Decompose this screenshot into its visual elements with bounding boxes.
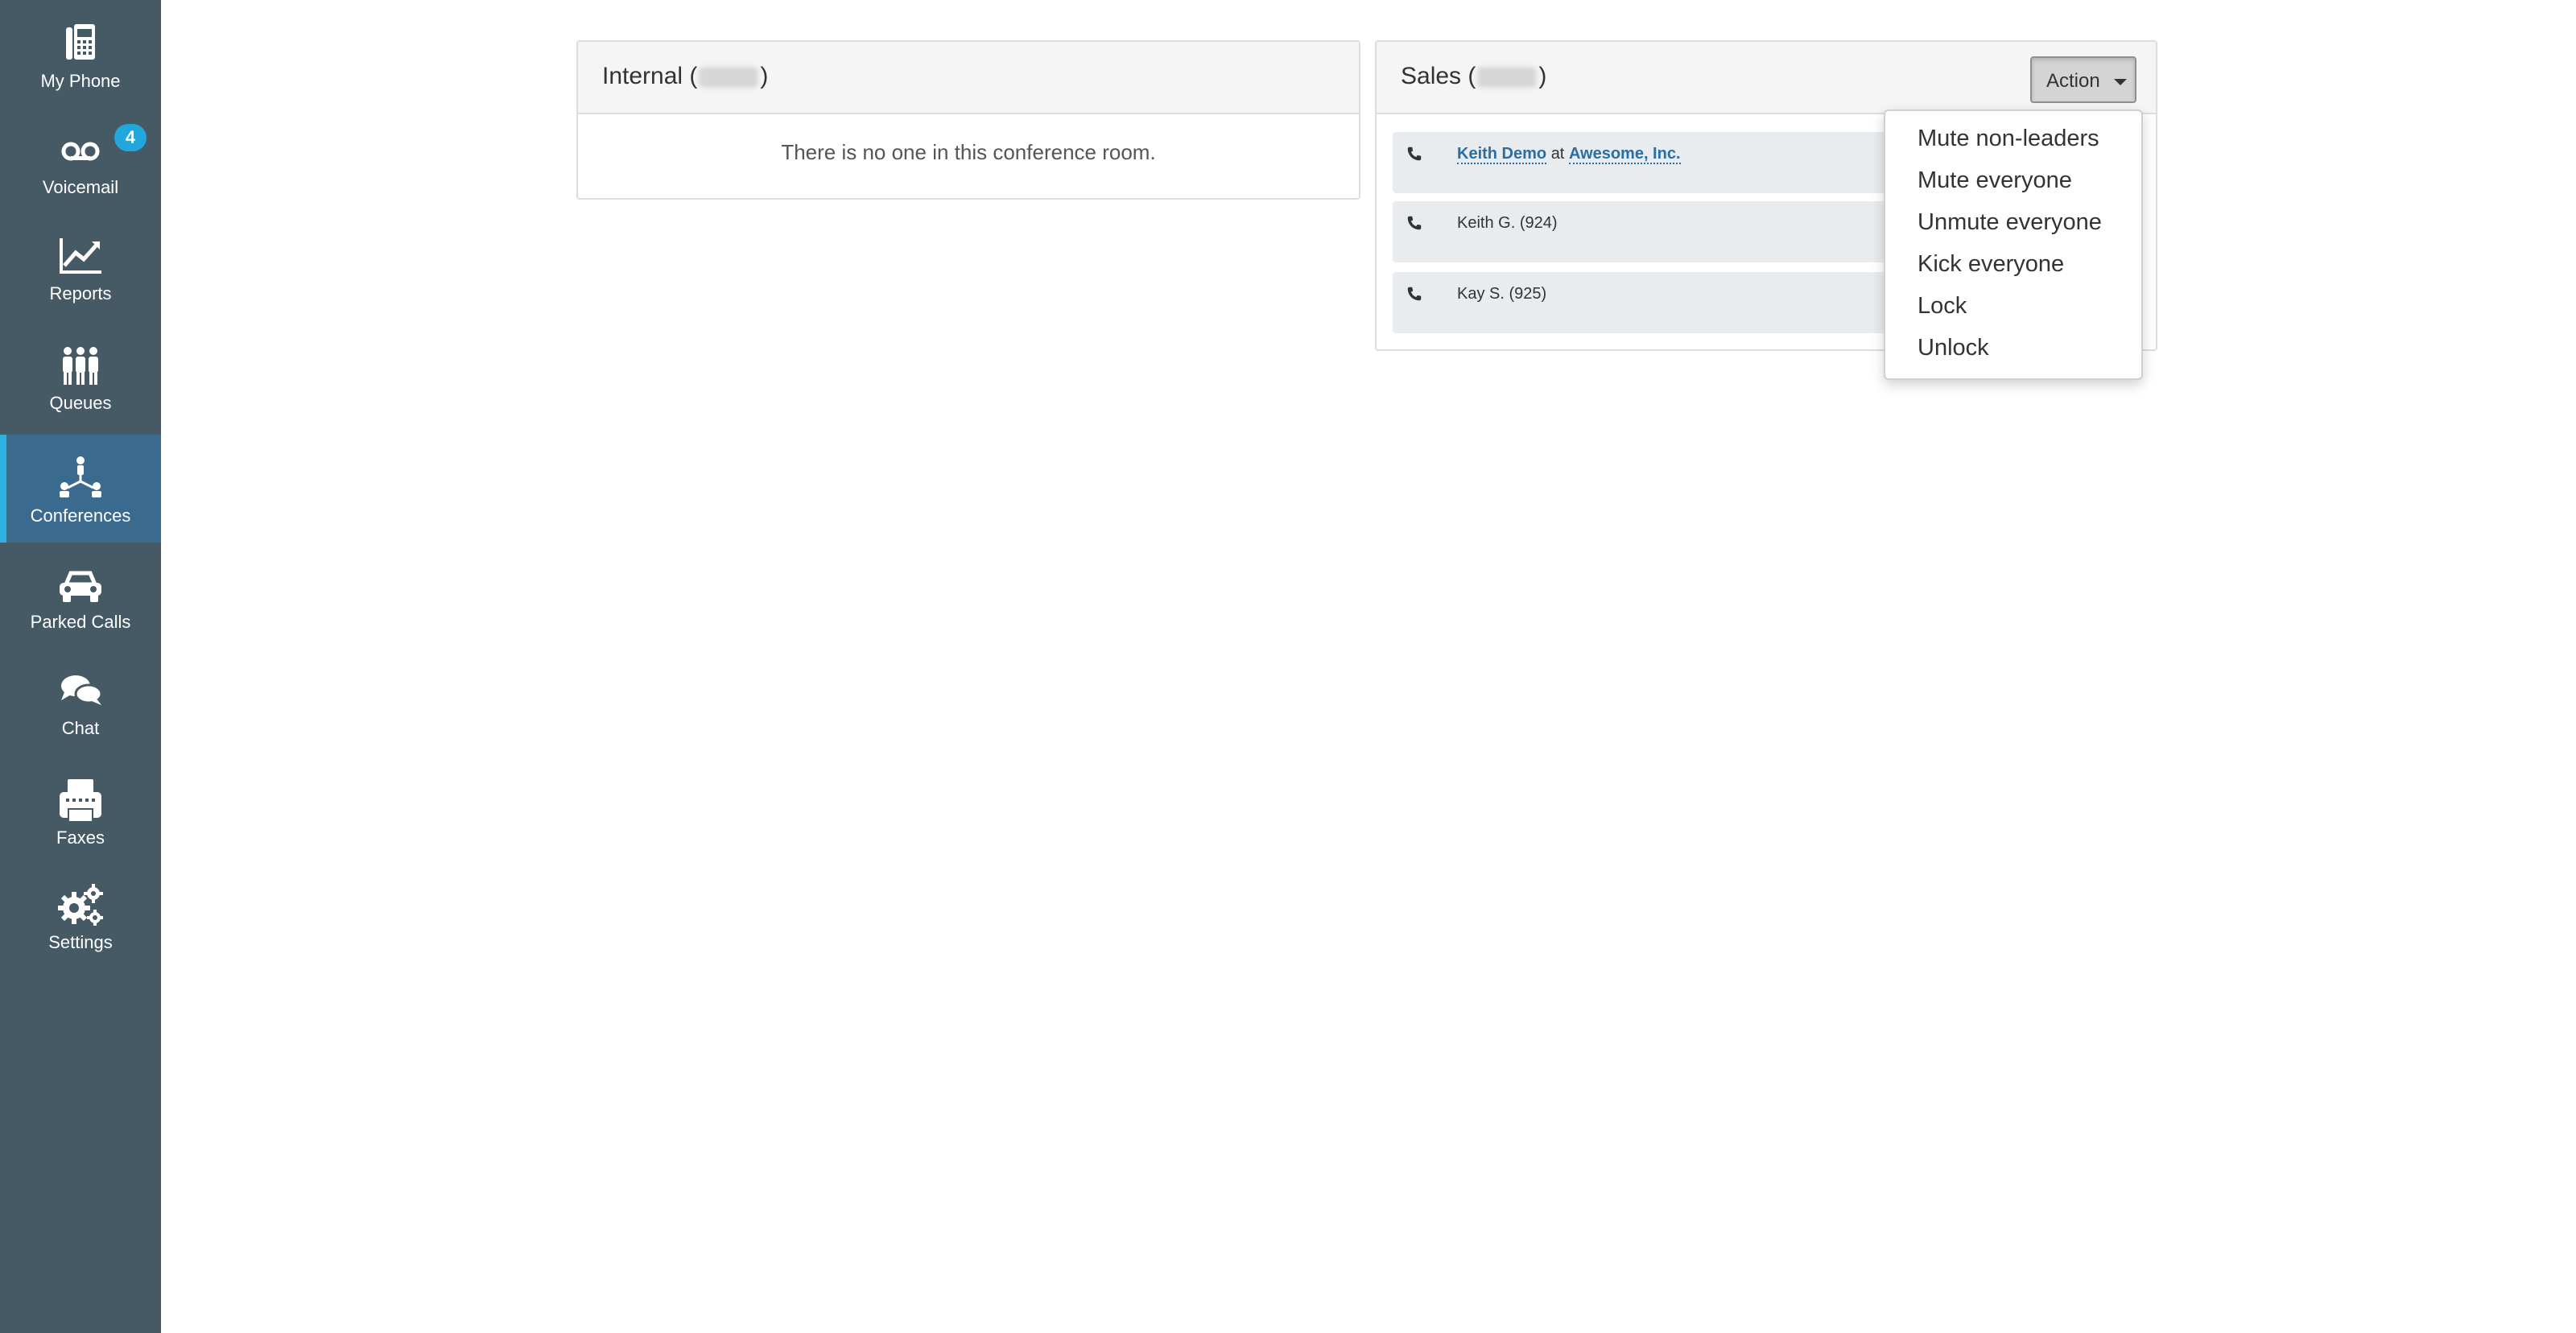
empty-room-message: There is no one in this conference room. <box>781 140 1156 164</box>
desk-phone-icon <box>56 19 105 68</box>
voicemail-count-badge: 4 <box>114 124 147 151</box>
car-icon <box>56 560 105 609</box>
sidebar-item-label: Queues <box>49 393 112 413</box>
action-button-label: Action <box>2046 70 2100 92</box>
participant-name: Keith G. (924) <box>1457 214 1558 232</box>
conference-title: Internal () <box>602 63 769 89</box>
redacted-extension <box>699 67 759 89</box>
people-queue-icon <box>56 341 105 390</box>
conference-network-icon <box>56 454 105 502</box>
sidebar-item-label: Conferences <box>30 506 131 526</box>
sidebar-item-label: Parked Calls <box>30 612 131 632</box>
phone-handset-icon <box>1407 147 1422 161</box>
sidebar-item-label: Voicemail <box>42 177 119 197</box>
chat-bubbles-icon <box>56 666 105 715</box>
phone-handset-icon <box>1407 287 1422 301</box>
sidebar-item-my-phone[interactable]: My Phone <box>0 0 161 108</box>
participant-contact-link[interactable]: Keith Demo <box>1457 145 1547 164</box>
sidebar-item-queues[interactable]: Queues <box>0 322 161 430</box>
redacted-extension <box>1477 67 1538 89</box>
caret-down-icon <box>2114 79 2127 85</box>
sidebar-item-label: Settings <box>48 932 113 952</box>
gears-icon <box>56 881 105 929</box>
action-dropdown-button[interactable]: Action <box>2030 56 2136 103</box>
sidebar-item-label: Faxes <box>56 827 105 848</box>
sidebar-item-label: Chat <box>61 718 100 738</box>
voicemail-icon <box>56 126 105 174</box>
menu-item-kick-everyone[interactable]: Kick everyone <box>1918 251 2064 278</box>
menu-item-mute-everyone[interactable]: Mute everyone <box>1918 167 2072 194</box>
menu-item-mute-non-leaders[interactable]: Mute non-leaders <box>1918 126 2099 152</box>
conference-name: Sales <box>1401 63 1462 89</box>
menu-item-unmute-everyone[interactable]: Unmute everyone <box>1918 209 2102 236</box>
menu-item-unlock[interactable]: Unlock <box>1918 335 1989 361</box>
conference-title: Sales () <box>1401 63 1547 89</box>
action-dropdown-menu: Mute non-leaders Mute everyone Unmute ev… <box>1884 109 2143 380</box>
panel-heading: Internal () <box>578 42 1359 114</box>
sidebar-item-conferences[interactable]: Conferences <box>0 435 161 543</box>
sidebar-item-label: My Phone <box>40 71 121 91</box>
sidebar-item-voicemail[interactable]: 4 Voicemail <box>0 106 161 214</box>
sidebar-item-reports[interactable]: Reports <box>0 213 161 320</box>
menu-item-lock[interactable]: Lock <box>1918 293 1967 320</box>
sidebar-item-chat[interactable]: Chat <box>0 647 161 755</box>
sidebar-item-faxes[interactable]: Faxes <box>0 757 161 865</box>
conference-panel-internal: Internal () There is no one in this conf… <box>576 40 1360 200</box>
sidebar-item-settings[interactable]: Settings <box>0 861 161 969</box>
sidebar-nav: My Phone 4 Voicemail Reports Queues Conf… <box>0 0 161 1333</box>
line-chart-icon <box>56 232 105 280</box>
participant-company-link[interactable]: Awesome, Inc. <box>1568 145 1681 164</box>
phone-handset-icon <box>1407 216 1422 230</box>
participant-name: Kay S. (925) <box>1457 285 1547 303</box>
conference-name: Internal <box>602 63 683 89</box>
participant-name: Keith Demo at Awesome, Inc. <box>1457 145 1681 164</box>
participant-at-text: at <box>1550 145 1565 163</box>
panel-heading: Sales () Action <box>1377 42 2156 114</box>
sidebar-item-label: Reports <box>49 283 112 303</box>
sidebar-item-parked-calls[interactable]: Parked Calls <box>0 541 161 649</box>
fax-icon <box>56 776 105 824</box>
